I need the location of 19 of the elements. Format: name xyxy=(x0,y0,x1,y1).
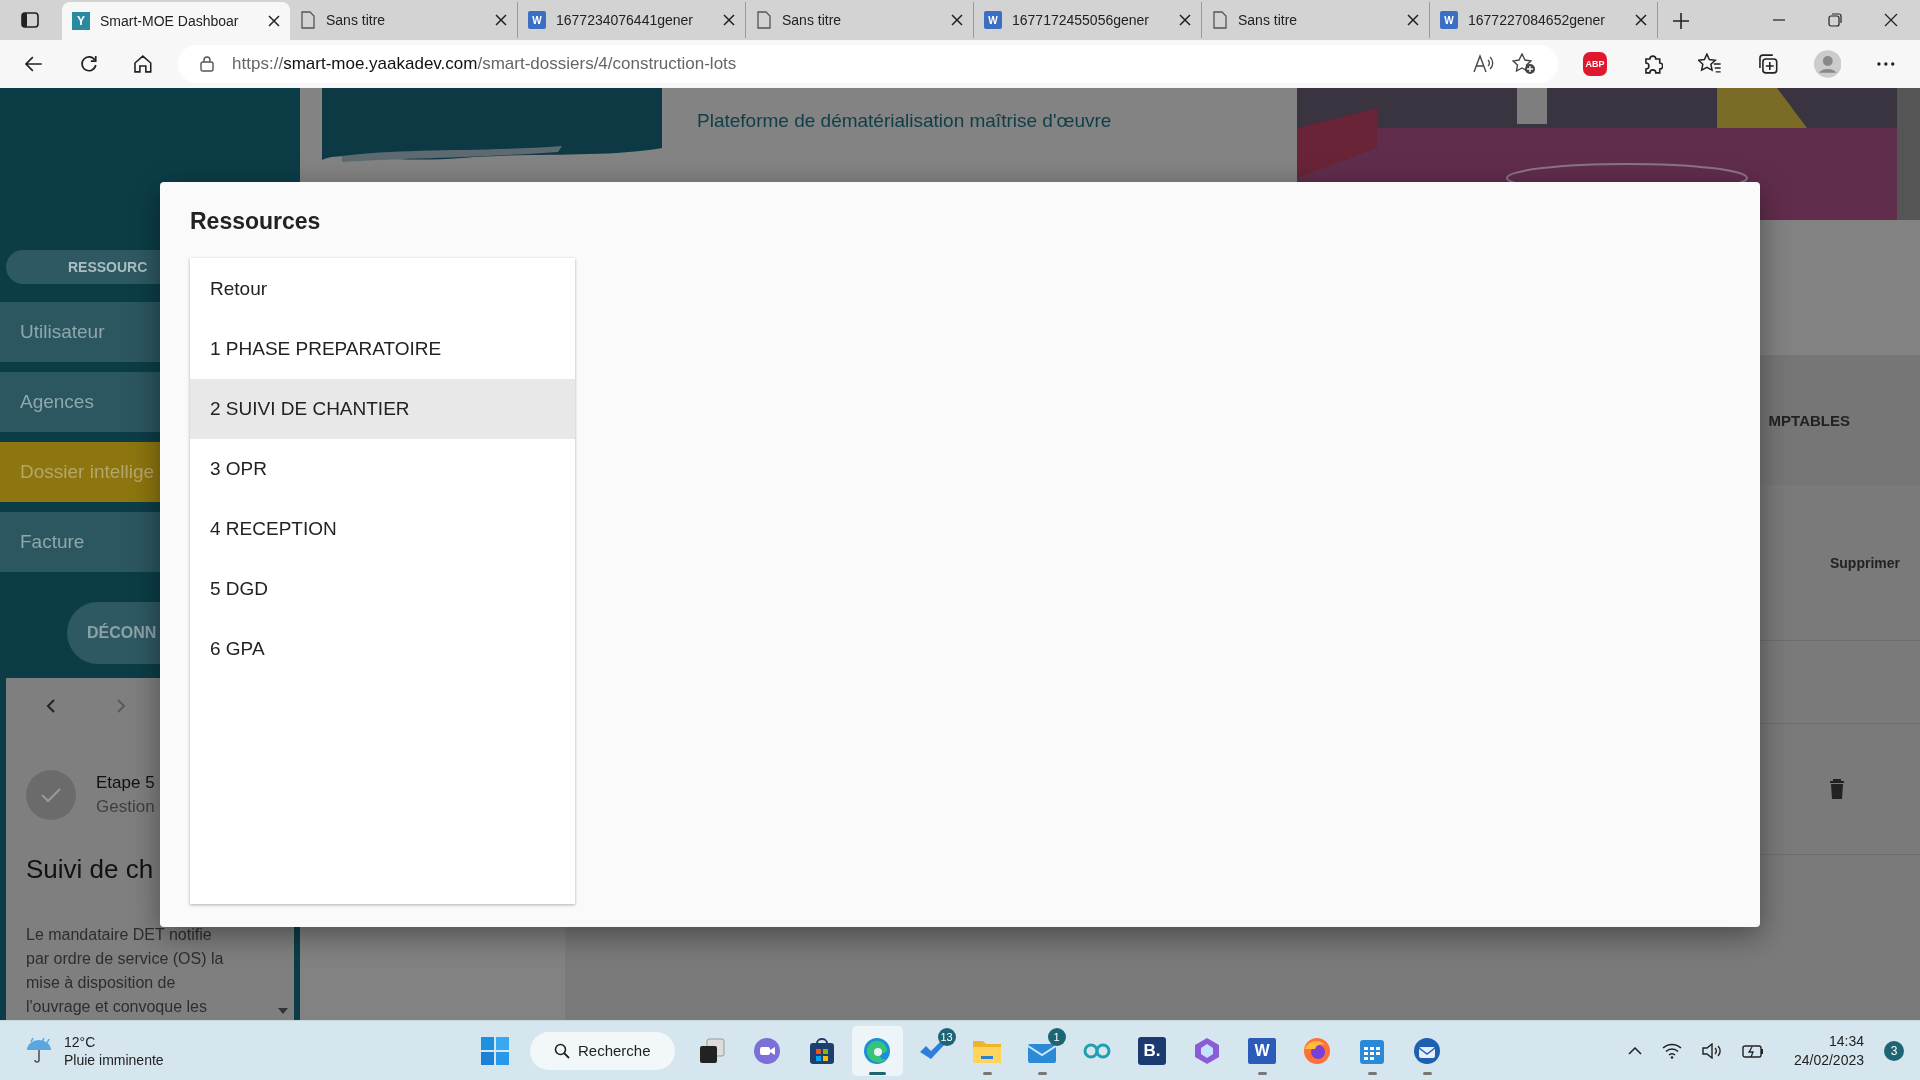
booking-app-icon: B. xyxy=(1138,1036,1167,1065)
document-favicon-icon: W xyxy=(1440,11,1458,29)
site-favicon-icon: Y xyxy=(72,12,90,30)
clock-date: 24/02/2023 xyxy=(1793,1052,1864,1068)
step-subtitle: Gestion xyxy=(96,797,155,817)
column-header: Supprimer xyxy=(1830,554,1900,571)
clock-time: 14:34 xyxy=(1828,1033,1864,1049)
document-favicon-icon: W xyxy=(984,11,1002,29)
step-description: Le mandataire DET notifie par ordre de service (OS) la mise à disposition de l'ouvrage et convoque les xyxy=(26,925,225,1017)
notification-count: 13 xyxy=(937,1027,956,1046)
weather-description: Pluie imminente xyxy=(64,1051,164,1068)
temperature: 12°C xyxy=(64,1033,97,1050)
notification-count: 1 xyxy=(1047,1027,1066,1046)
step-heading: Suivi de ch xyxy=(26,854,155,885)
dialog-title: Ressources xyxy=(190,208,322,236)
step-title: Etape 5 xyxy=(96,773,155,793)
document-favicon-icon: W xyxy=(528,11,546,29)
platform-subtitle: Plateforme de dématérialisation maîtrise d'œuvre xyxy=(697,110,1112,133)
word-app-icon: W xyxy=(1248,1037,1277,1064)
